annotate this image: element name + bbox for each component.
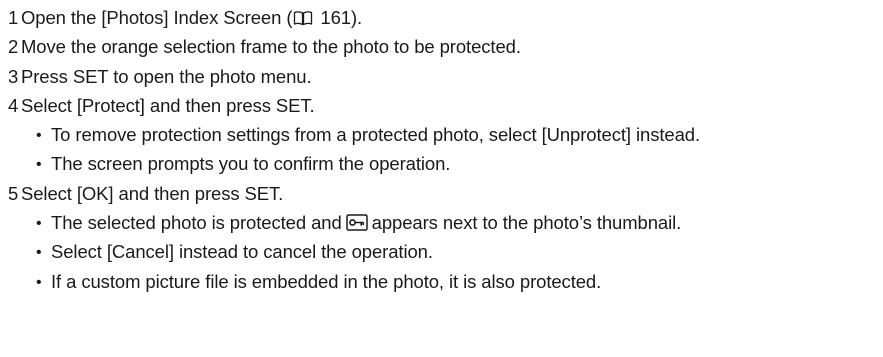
step-number: 3 bbox=[8, 65, 19, 87]
step-5: 5 Select [OK] and then press SET. bbox=[0, 179, 883, 208]
book-reference-icon bbox=[293, 5, 313, 26]
bullet-dot: • bbox=[36, 156, 42, 174]
bullet-item: • Select [Cancel] instead to cancel the o… bbox=[0, 237, 883, 266]
bullet-dot: • bbox=[36, 127, 42, 145]
bullet-item: • The screen prompts you to confirm the o… bbox=[0, 149, 883, 178]
step-text: Open the [Photos] Index Screen ( bbox=[21, 7, 293, 28]
bullet-dot: • bbox=[36, 273, 42, 291]
step-number: 4 bbox=[8, 94, 19, 116]
step-text: Press SET to open the photo menu. bbox=[21, 65, 312, 87]
bullet-text-suffix: appears next to the photo’s thumbnail. bbox=[371, 212, 682, 234]
step-3: 3 Press SET to open the photo menu. bbox=[0, 62, 883, 91]
step-2: 2 Move the orange selection frame to the … bbox=[0, 32, 883, 61]
step-4: 4 Select [Protect] and then press SET. bbox=[0, 91, 883, 120]
protect-key-icon bbox=[345, 210, 368, 231]
bullet-text: The screen prompts you to confirm the op… bbox=[51, 153, 451, 175]
bullet-dot: • bbox=[36, 215, 42, 233]
instruction-list: 1 Open the [Photos] Index Screen ( 161). … bbox=[0, 0, 883, 296]
bullet-dot: • bbox=[36, 244, 42, 262]
bullet-text: The selected photo is protected and bbox=[51, 212, 342, 234]
step-number: 1 bbox=[8, 7, 19, 28]
step-1: 1 Open the [Photos] Index Screen ( 161). bbox=[0, 3, 883, 32]
bullet-item: • To remove protection settings from a pr… bbox=[0, 120, 883, 149]
step-text-suffix: 161). bbox=[315, 7, 363, 28]
bullet-item: • The selected photo is protected and appe… bbox=[0, 208, 883, 237]
step-number: 5 bbox=[8, 182, 19, 204]
bullet-item: • If a custom picture file is embedded in… bbox=[0, 267, 883, 296]
step-number: 2 bbox=[8, 36, 19, 58]
step-text: Move the orange selection frame to the p… bbox=[21, 36, 521, 58]
step-text: Select [OK] and then press SET. bbox=[21, 182, 284, 204]
step-text: Select [Protect] and then press SET. bbox=[21, 94, 315, 116]
bullet-text: To remove protection settings from a pro… bbox=[51, 124, 700, 146]
bullet-text: If a custom picture file is embedded in … bbox=[51, 270, 602, 292]
bullet-text: Select [Cancel] instead to cancel the op… bbox=[51, 241, 433, 263]
